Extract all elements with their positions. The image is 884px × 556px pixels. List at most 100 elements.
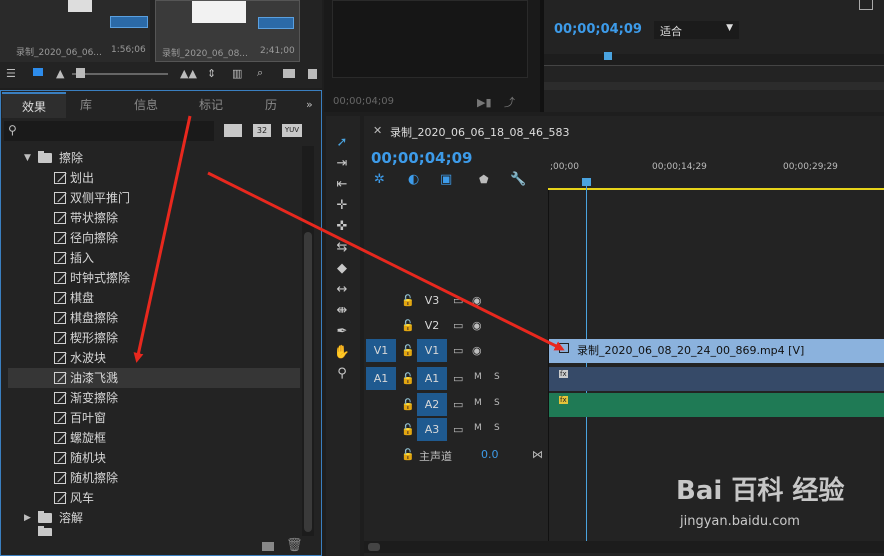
source-patch-v1[interactable]: V1 [366,339,396,362]
track-target-v1[interactable]: V1 [417,339,447,362]
panel-menu-overflow-icon[interactable]: » [306,98,313,111]
effect-item[interactable]: 随机块 [8,448,300,468]
solo-button[interactable]: S [494,372,500,382]
master-volume-value[interactable]: 0.0 [481,448,499,461]
tab-markers[interactable]: 标记 [199,92,223,118]
effect-item[interactable]: 时钟式擦除 [8,268,300,288]
effect-item[interactable]: 双侧平推门 [8,188,300,208]
sequence-tab[interactable]: 录制_2020_06_06_18_08_46_583 [390,124,569,140]
sync-lock-icon[interactable]: ▭ [453,319,463,332]
solo-button[interactable]: S [494,398,500,408]
lock-icon[interactable]: 🔓 [401,448,415,461]
timeline-timecode[interactable]: 00;00;04;09 [371,149,473,167]
audio-clip-a1[interactable]: fx [549,367,884,391]
32bit-effects-icon[interactable]: 32 [253,124,271,137]
icon-view-icon[interactable] [33,68,43,76]
timeline-ruler[interactable]: ;00;00 00;00;14;29 00;00;29;29 [548,158,884,190]
track-select-back-tool-icon[interactable]: ⇤ [332,176,352,194]
lock-icon[interactable]: 🔓 [401,423,415,436]
mute-button[interactable]: M [474,398,482,408]
new-custom-bin-icon[interactable] [262,542,274,551]
zoom-slider[interactable] [72,73,168,75]
lock-icon[interactable]: 🔓 [401,372,415,385]
track-target-v2[interactable]: V2 [417,314,447,337]
effect-item[interactable]: 划出 [8,168,300,188]
export-frame-icon[interactable]: ▶▮ [477,96,492,110]
close-sequence-icon[interactable]: ✕ [373,124,382,137]
timeline-scrollbar[interactable] [364,541,884,553]
hand-tool-icon[interactable]: ✋ [332,344,352,362]
effect-item[interactable]: 棋盘擦除 [8,308,300,328]
video-clip[interactable]: 录制_2020_06_08_20_24_00_869.mp4 [V] [549,339,884,363]
rolling-edit-tool-icon[interactable]: ✜ [332,218,352,236]
sync-lock-icon[interactable]: ▭ [453,294,463,307]
effects-scrollbar[interactable] [302,146,314,536]
slide-tool-icon[interactable]: ⇼ [332,302,352,320]
mountain-icon[interactable]: ▲▲ [180,67,197,81]
sort-icon[interactable]: ⇕ [207,67,216,81]
fit-dropdown[interactable]: 适合 ▼ [654,21,739,39]
solo-button[interactable]: S [494,423,500,433]
effect-item[interactable]: 螺旋框 [8,428,300,448]
snap-icon[interactable]: ✲ [374,172,385,187]
tab-info[interactable]: 信息 [134,92,158,118]
lock-icon[interactable]: 🔓 [401,398,415,411]
lock-icon[interactable]: 🔓 [401,319,415,332]
new-item-icon[interactable] [308,69,317,79]
tab-history[interactable]: 历 [265,92,283,118]
tree-folder-dissolve[interactable]: ▶ 溶解 [8,508,300,528]
clip-thumbnail-1[interactable]: 录制_2020_06_06... 1:56;06 [0,0,150,62]
track-target-a1[interactable]: A1 [417,367,447,390]
track-target-v3[interactable]: V3 [417,289,447,312]
eye-icon[interactable]: ◉ [472,344,482,357]
go-to-out-icon[interactable]: ⋈ [532,448,543,461]
slip-tool-icon[interactable]: ↔ [332,281,352,299]
effect-item[interactable]: 水波块 [8,348,300,368]
tree-folder-wipe[interactable]: ▼ 擦除 [8,148,300,168]
freeform-view-icon[interactable]: ▲ [56,67,64,81]
clip-thumbnail-2[interactable]: 录制_2020_06_08... 2;41;00 [155,0,300,62]
zoom-tool-icon[interactable]: ⚲ [332,365,352,383]
selection-tool-icon[interactable]: ➚ [332,134,352,152]
mute-button[interactable]: M [474,423,482,433]
wrench-icon[interactable]: 🔧 [510,172,526,187]
effect-item[interactable]: 插入 [8,248,300,268]
trash-icon[interactable]: 🗑 [286,538,303,553]
track-select-tool-icon[interactable]: ⇥ [332,155,352,173]
accelerated-effects-icon[interactable] [224,124,242,137]
zoom-slider-handle[interactable] [76,68,85,78]
effect-item[interactable]: 渐变擦除 [8,388,300,408]
effect-item[interactable]: 径向擦除 [8,228,300,248]
effect-item[interactable]: 带状擦除 [8,208,300,228]
lock-icon[interactable]: 🔓 [401,294,415,307]
mute-button[interactable]: M [474,372,482,382]
gear-icon[interactable] [859,0,873,10]
add-marker-icon[interactable]: ▣ [440,172,452,187]
insert-icon[interactable]: ⤴ [504,96,515,110]
yuv-effects-icon[interactable]: YUV [282,124,302,137]
program-scrub-ruler[interactable] [544,54,884,66]
track-target-a2[interactable]: A2 [417,393,447,416]
eye-icon[interactable]: ◉ [472,294,482,307]
source-patch-a1[interactable]: A1 [366,367,396,390]
program-playhead[interactable] [604,52,612,60]
sync-lock-icon[interactable]: ▭ [453,372,463,385]
sync-lock-icon[interactable]: ▭ [453,344,463,357]
tree-folder-zoom[interactable] [8,526,300,536]
effect-item[interactable]: 风车 [8,488,300,508]
scrollbar-thumb[interactable] [304,232,312,532]
ripple-edit-tool-icon[interactable]: ✛ [332,197,352,215]
effect-item[interactable]: 随机擦除 [8,468,300,488]
scrollbar-thumb[interactable] [368,543,380,551]
sync-lock-icon[interactable]: ▭ [453,423,463,436]
effect-item[interactable]: 百叶窗 [8,408,300,428]
sync-lock-icon[interactable]: ▭ [453,398,463,411]
track-target-a3[interactable]: A3 [417,418,447,441]
tab-effects[interactable]: 效果 [2,92,66,118]
razor-tool-icon[interactable]: ◆ [332,260,352,278]
effect-item[interactable]: 楔形擦除 [8,328,300,348]
search-icon[interactable]: ⌕ [257,66,263,80]
new-bin-icon[interactable] [283,69,295,78]
pen-tool-icon[interactable]: ✒ [332,323,352,341]
timeline-playhead-line[interactable] [586,186,587,546]
